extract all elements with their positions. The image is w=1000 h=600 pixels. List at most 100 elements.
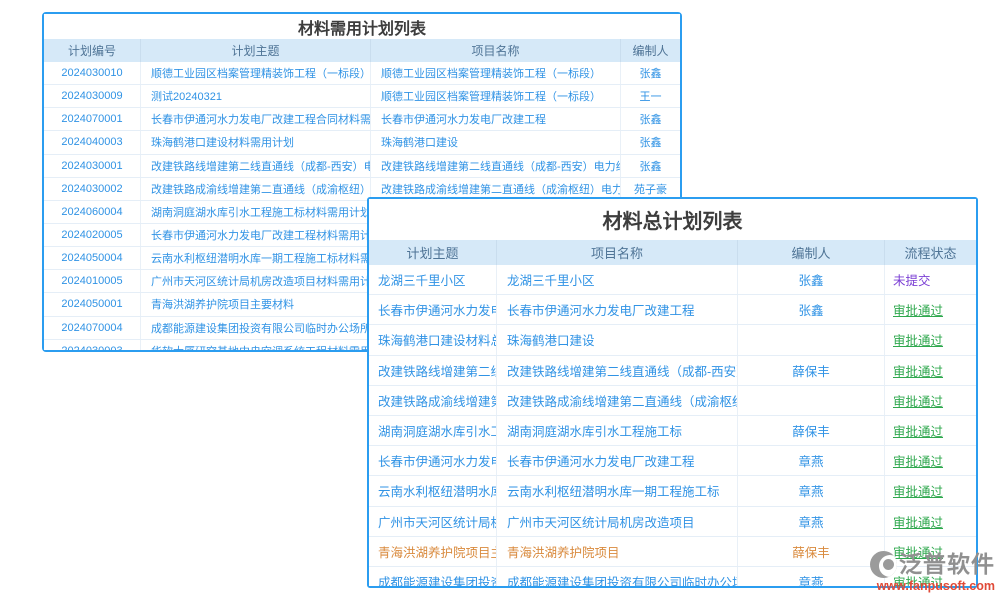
status-link[interactable]: 审批通过	[885, 416, 976, 445]
table-cell: 2024070001	[44, 108, 141, 130]
table-cell: 珠海鹤港口建设材料总计划	[369, 325, 497, 354]
table-cell	[738, 386, 885, 415]
table-cell: 王一	[621, 85, 680, 107]
table-cell: 顺德工业园区档案管理精装饰工程（一标段）	[371, 62, 621, 84]
column-header: 编制人	[621, 39, 680, 62]
table-cell: 云南水利枢纽潜明水库一期...	[369, 476, 497, 505]
watermark-url: www.fanpusoft.com	[860, 580, 995, 593]
table-cell: 长春市伊通河水力发电厂改建工程	[371, 108, 621, 130]
table-cell: 广州市天河区统计局机房改...	[369, 507, 497, 536]
table-row[interactable]: 2024030010顺德工业园区档案管理精装饰工程（一标段）材料预算情况顺德工业…	[44, 62, 680, 85]
table-cell: 章燕	[738, 507, 885, 536]
table-row[interactable]: 改建铁路成渝线增建第二直...改建铁路成渝线增建第二直通线（成渝枢纽... 审批通…	[369, 386, 976, 416]
table-cell: 2024030003	[44, 340, 141, 350]
table-cell: 张鑫	[621, 108, 680, 130]
table-cell: 2024030002	[44, 178, 141, 200]
table-cell: 珠海鹤港口建设	[371, 131, 621, 153]
table-cell: 华软大厦研究基地中央空调系统工程材料需用计划	[141, 340, 371, 350]
table-row[interactable]: 2024040003珠海鹤港口建设材料需用计划珠海鹤港口建设张鑫	[44, 131, 680, 154]
table-cell: 长春市伊通河水力发电厂改建工程材料需用计划	[141, 224, 371, 246]
table-cell: 改建铁路成渝线增建第二直通线（成渝枢纽）电力线路迁改工程...	[141, 178, 371, 200]
status-link[interactable]: 审批通过	[885, 356, 976, 385]
table-cell: 2024050001	[44, 293, 141, 315]
table-row[interactable]: 湖南洞庭湖水库引水工程施...湖南洞庭湖水库引水工程施工标薛保丰审批通过	[369, 416, 976, 446]
table-cell: 成都能源建设集团投资有限公司临时办公场所装修改造工程EPC...	[141, 317, 371, 339]
table-cell: 2024020005	[44, 224, 141, 246]
status-link[interactable]: 未提交	[885, 265, 976, 294]
table-cell: 章燕	[738, 476, 885, 505]
table-cell: 长春市伊通河水力发电厂改建工程合同材料需用计划二阶段	[141, 108, 371, 130]
table-cell: 章燕	[738, 446, 885, 475]
status-link[interactable]: 审批通过	[885, 507, 976, 536]
table-body: 龙湖三千里小区龙湖三千里小区张鑫未提交长春市伊通河水力发电厂改...长春市伊通河…	[369, 265, 976, 586]
fanpu-logo-icon	[870, 551, 897, 578]
table-cell: 长春市伊通河水力发电厂改建工程	[497, 446, 738, 475]
table-cell: 2024010005	[44, 270, 141, 292]
table-row[interactable]: 改建铁路线增建第二线直通...改建铁路线增建第二线直通线（成都-西安）...薛保…	[369, 356, 976, 386]
table-cell: 青海洪湖养护院项目主要材料	[369, 537, 497, 566]
table-title: 材料总计划列表	[369, 199, 976, 240]
table-title: 材料需用计划列表	[44, 14, 680, 39]
status-link[interactable]: 审批通过	[885, 295, 976, 324]
table-cell: 云南水利枢纽潜明水库一期工程施工标材料需用计划	[141, 247, 371, 269]
material-total-plan-table: 材料总计划列表 计划主题项目名称编制人流程状态 龙湖三千里小区龙湖三千里小区张鑫…	[367, 197, 978, 588]
table-cell: 长春市伊通河水力发电厂改建工程	[497, 295, 738, 324]
table-cell: 长春市伊通河水力发电厂改...	[369, 446, 497, 475]
table-cell: 2024030010	[44, 62, 141, 84]
table-cell: 广州市天河区统计局机房改造项目	[497, 507, 738, 536]
table-cell: 湖南洞庭湖水库引水工程施...	[369, 416, 497, 445]
table-cell: 龙湖三千里小区	[369, 265, 497, 294]
table-cell: 张鑫	[738, 265, 885, 294]
table-row[interactable]: 云南水利枢纽潜明水库一期...云南水利枢纽潜明水库一期工程施工标章燕审批通过	[369, 476, 976, 506]
table-cell: 云南水利枢纽潜明水库一期工程施工标	[497, 476, 738, 505]
table-cell: 张鑫	[738, 295, 885, 324]
column-header: 流程状态	[885, 240, 976, 265]
table-cell: 薛保丰	[738, 416, 885, 445]
table-cell: 湖南洞庭湖水库引水工程施工标材料需用计划	[141, 201, 371, 223]
table-cell: 成都能源建设集团投资有限...	[369, 567, 497, 586]
table-header-row: 计划主题项目名称编制人流程状态	[369, 240, 976, 265]
column-header: 项目名称	[371, 39, 621, 62]
column-header: 项目名称	[497, 240, 738, 265]
table-row[interactable]: 长春市伊通河水力发电厂改...长春市伊通河水力发电厂改建工程张鑫审批通过	[369, 295, 976, 325]
table-cell: 湖南洞庭湖水库引水工程施工标	[497, 416, 738, 445]
table-cell: 龙湖三千里小区	[497, 265, 738, 294]
table-cell: 顺德工业园区档案管理精装饰工程（一标段）材料预算情况	[141, 62, 371, 84]
table-cell: 青海洪湖养护院项目主要材料	[141, 293, 371, 315]
table-row[interactable]: 2024030009测试20240321顺德工业园区档案管理精装饰工程（一标段）…	[44, 85, 680, 108]
status-link[interactable]: 审批通过	[885, 325, 976, 354]
table-cell: 改建铁路成渝线增建第二直...	[369, 386, 497, 415]
table-cell: 薛保丰	[738, 356, 885, 385]
table-row[interactable]: 长春市伊通河水力发电厂改...长春市伊通河水力发电厂改建工程章燕审批通过	[369, 446, 976, 476]
table-cell: 珠海鹤港口建设材料需用计划	[141, 131, 371, 153]
table-row[interactable]: 2024030001改建铁路线增建第二线直通线（成都-西安）电力线路迁改工程..…	[44, 155, 680, 178]
status-link[interactable]: 审批通过	[885, 446, 976, 475]
table-row[interactable]: 广州市天河区统计局机房改...广州市天河区统计局机房改造项目章燕审批通过	[369, 507, 976, 537]
table-row[interactable]: 珠海鹤港口建设材料总计划珠海鹤港口建设 审批通过	[369, 325, 976, 355]
table-cell: 测试20240321	[141, 85, 371, 107]
table-cell: 改建铁路线增建第二线直通线（成都-西安）电力线路迁改工程	[371, 155, 621, 177]
table-cell: 2024050004	[44, 247, 141, 269]
table-cell: 顺德工业园区档案管理精装饰工程（一标段）	[371, 85, 621, 107]
table-cell: 珠海鹤港口建设	[497, 325, 738, 354]
table-cell: 改建铁路线增建第二线直通线（成都-西安）电力线路迁改工程...	[141, 155, 371, 177]
table-cell: 改建铁路线增建第二线直通...	[369, 356, 497, 385]
table-cell: 长春市伊通河水力发电厂改...	[369, 295, 497, 324]
table-cell: 成都能源建设集团投资有限公司临时办公场...	[497, 567, 738, 586]
table-header-row: 计划编号计划主题项目名称编制人	[44, 39, 680, 62]
watermark-brand-name: 泛普软件	[899, 553, 995, 576]
table-row[interactable]: 2024070001长春市伊通河水力发电厂改建工程合同材料需用计划二阶段长春市伊…	[44, 108, 680, 131]
table-cell: 改建铁路线增建第二线直通线（成都-西安）...	[497, 356, 738, 385]
table-row[interactable]: 龙湖三千里小区龙湖三千里小区张鑫未提交	[369, 265, 976, 295]
table-cell: 改建铁路成渝线增建第二直通线（成渝枢纽...	[497, 386, 738, 415]
table-cell: 2024060004	[44, 201, 141, 223]
column-header: 编制人	[738, 240, 885, 265]
status-link[interactable]: 审批通过	[885, 386, 976, 415]
table-cell: 青海洪湖养护院项目	[497, 537, 738, 566]
table-cell: 张鑫	[621, 62, 680, 84]
status-link[interactable]: 审批通过	[885, 476, 976, 505]
table-cell: 2024030009	[44, 85, 141, 107]
column-header: 计划编号	[44, 39, 141, 62]
column-header: 计划主题	[141, 39, 371, 62]
table-cell: 2024030001	[44, 155, 141, 177]
